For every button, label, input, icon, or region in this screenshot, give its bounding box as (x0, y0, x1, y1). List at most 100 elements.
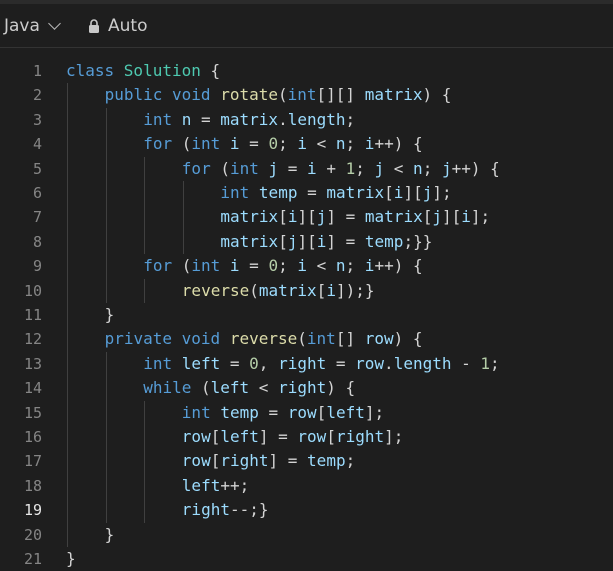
code-line[interactable]: 14 while (left < right) { (0, 376, 613, 401)
code-token: ( (172, 134, 192, 154)
code-token: i (364, 256, 375, 276)
line-number: 19 (23, 501, 42, 520)
code-token: [ (384, 183, 394, 202)
code-token: int (191, 256, 230, 276)
code-token: left (181, 475, 221, 495)
code-line[interactable]: 3 int n = matrix.length; (0, 107, 613, 133)
code-token: ( (277, 85, 288, 105)
code-token: j (316, 207, 327, 227)
code-token: j (268, 158, 279, 178)
indent-guide (144, 278, 146, 303)
code-token: reverse (181, 280, 250, 300)
code-token: matrix (220, 231, 279, 251)
code-token: ]; (384, 427, 404, 446)
code-line[interactable]: 15 int temp = row[left]; (0, 400, 613, 425)
code-token: int (191, 134, 230, 154)
code-line[interactable]: 1 class Solution { (0, 59, 613, 83)
code-token: while (143, 378, 192, 398)
code-line[interactable]: 5 for (int j = i + 1; j < n; j++) { (0, 156, 613, 181)
code-token: = (239, 256, 269, 276)
code-line[interactable]: 2 public void rotate(int[][] matrix) { (0, 83, 613, 108)
code-line[interactable]: 6 int temp = matrix[i][j]; (0, 181, 613, 206)
code-line[interactable]: 13 int left = 0, right = row.length - 1; (0, 351, 613, 377)
code-token: for (143, 256, 173, 276)
code-token: ][ (297, 231, 317, 251)
code-token: int (306, 329, 336, 349)
code-token: row (181, 451, 211, 471)
code-line[interactable]: 4 for (int i = 0; i < n; i++) { (0, 132, 613, 157)
code-line[interactable]: 18 left++; (0, 473, 613, 499)
code-token: ]);} (335, 280, 375, 300)
indent-guide (144, 181, 146, 206)
code-line[interactable]: 17 row[right] = temp; (0, 449, 613, 474)
code-token: matrix (364, 85, 423, 105)
code-token: right (181, 500, 230, 520)
code-line[interactable]: 21} (0, 547, 613, 571)
code-token: < (384, 158, 414, 178)
code-token: [ (316, 402, 327, 422)
code-text: int n = matrix.length; (143, 108, 355, 132)
code-line[interactable]: 10 reverse(matrix[i]);} (0, 278, 613, 303)
code-token: < (249, 378, 279, 398)
code-token: ]; (432, 183, 452, 202)
indent-guide (182, 181, 184, 206)
code-token: ; (345, 109, 356, 129)
editor-toolbar: Java Auto (0, 0, 613, 48)
indent-guide (182, 229, 184, 255)
code-text: while (left < right) { (143, 376, 355, 400)
code-token: . (278, 109, 288, 129)
code-text: reverse(matrix[i]);} (182, 279, 375, 303)
code-token: 1 (345, 158, 356, 178)
chevron-down-icon (48, 17, 61, 30)
code-token: [ (316, 280, 327, 300)
line-number: 13 (23, 354, 42, 373)
code-token: for (143, 134, 173, 154)
code-token: ++; (220, 475, 250, 495)
code-line[interactable]: 8 matrix[j][i] = temp;}} (0, 229, 613, 255)
code-token: = (278, 158, 308, 178)
code-line[interactable]: 7 matrix[i][j] = matrix[j][i]; (0, 205, 613, 230)
indent-guide (67, 254, 68, 279)
code-line[interactable]: 11} (0, 303, 613, 328)
code-token: i (326, 280, 336, 300)
code-line[interactable]: 12 private void reverse(int[] row) { (0, 327, 613, 352)
code-token: [ (278, 231, 288, 251)
code-token: right (220, 451, 269, 471)
code-token: [ (422, 207, 433, 227)
code-token: n (413, 158, 423, 178)
code-token: left (326, 402, 365, 422)
indent-guide (67, 132, 68, 157)
code-token: ; (345, 451, 356, 471)
code-token: ; (345, 256, 365, 276)
auto-mode-indicator[interactable]: Auto (88, 16, 147, 36)
code-line[interactable]: 16 row[left] = row[right]; (0, 425, 613, 450)
indent-guide (144, 229, 146, 255)
code-token: = (297, 183, 327, 202)
code-token: ] = (326, 231, 365, 251)
code-line[interactable]: 19 right--;} (0, 498, 613, 523)
code-token: [][] (316, 85, 365, 105)
indent-guide (105, 498, 107, 523)
code-text: right--;} (182, 498, 269, 522)
indent-guide (105, 376, 107, 401)
code-token: int (287, 85, 317, 105)
code-line[interactable]: 9 for (int i = 0; i < n; i++) { (0, 254, 613, 279)
indent-guide (105, 205, 107, 230)
code-editor[interactable]: 1 class Solution {2 public void rotate(int… (0, 58, 613, 571)
code-text: row[right] = temp; (182, 449, 355, 473)
code-token: ; (345, 134, 365, 154)
code-token: length (393, 353, 452, 373)
code-token: = (220, 353, 250, 373)
line-number: 15 (23, 403, 42, 422)
code-text: for (int j = i + 1; j < n; j++) { (182, 157, 500, 181)
code-token: ) { (422, 85, 452, 105)
indent-guide (144, 449, 146, 474)
language-selector[interactable]: Java (4, 16, 61, 36)
indent-guide (105, 254, 107, 279)
code-token: j (432, 207, 442, 227)
code-token: row (364, 329, 394, 349)
code-text: } (105, 303, 115, 327)
code-line[interactable]: 20} (0, 522, 613, 547)
code-token: } (66, 549, 76, 568)
indent-guide (67, 449, 68, 474)
